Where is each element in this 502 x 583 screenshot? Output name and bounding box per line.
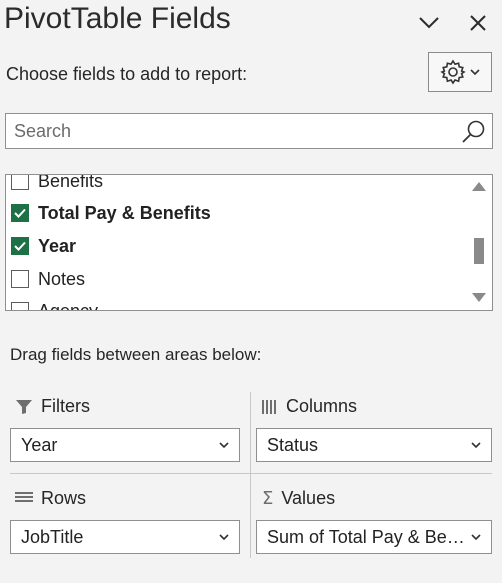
values-field-dropdown[interactable]: Sum of Total Pay & Ben... <box>256 520 492 554</box>
search-icon[interactable] <box>460 119 486 145</box>
chevron-down-icon <box>470 69 480 76</box>
field-list-scrollbar[interactable] <box>466 175 492 310</box>
field-label: Benefits <box>38 174 104 191</box>
check-icon <box>14 208 26 218</box>
rows-field-dropdown[interactable]: JobTitle <box>10 520 240 554</box>
field-item-agency[interactable]: Agency <box>11 299 99 311</box>
columns-icon <box>262 399 276 414</box>
values-area-header: Σ Values <box>262 488 335 509</box>
values-label: Values <box>281 488 336 508</box>
scroll-down-arrow-icon[interactable] <box>472 293 486 302</box>
field-label: Year <box>38 235 77 256</box>
chevron-down-icon <box>219 533 229 540</box>
scroll-thumb[interactable] <box>474 238 484 264</box>
field-checkbox[interactable] <box>11 175 29 190</box>
check-icon <box>14 241 26 251</box>
rows-label: Rows <box>41 488 87 508</box>
drag-fields-label: Drag fields between areas below: <box>10 345 262 364</box>
field-checkbox[interactable] <box>11 302 29 310</box>
columns-field-value: Status <box>267 434 319 455</box>
field-item-year[interactable]: Year <box>11 234 76 258</box>
search-box <box>5 113 493 149</box>
filters-label: Filters <box>41 396 90 416</box>
chevron-down-icon <box>419 17 439 29</box>
field-item-total-pay-benefits[interactable]: Total Pay & Benefits <box>11 201 211 225</box>
field-label: Notes <box>38 268 86 289</box>
field-checkbox[interactable] <box>11 237 29 255</box>
area-divider-horizontal <box>10 473 492 474</box>
rows-icon <box>15 491 33 502</box>
filters-field-dropdown[interactable]: Year <box>10 428 240 462</box>
close-icon <box>470 15 486 31</box>
close-panel-button[interactable] <box>465 10 491 36</box>
field-checkbox[interactable] <box>11 204 29 222</box>
columns-area-header: Columns <box>262 396 357 417</box>
filters-field-value: Year <box>21 434 58 455</box>
columns-field-dropdown[interactable]: Status <box>256 428 492 462</box>
filters-area-header: Filters <box>15 396 90 417</box>
scroll-up-arrow-icon[interactable] <box>472 182 486 191</box>
columns-label: Columns <box>286 396 358 416</box>
tools-button[interactable] <box>428 52 492 92</box>
field-item-notes[interactable]: Notes <box>11 267 85 291</box>
chevron-down-icon <box>471 533 481 540</box>
field-label: Agency <box>38 300 99 311</box>
search-input[interactable] <box>14 114 454 148</box>
field-label: Total Pay & Benefits <box>38 202 211 223</box>
field-list: Benefits Total Pay & Benefits Year Notes… <box>5 174 493 311</box>
chevron-down-icon <box>219 441 229 448</box>
area-divider-vertical <box>250 392 251 558</box>
chevron-down-icon <box>471 441 481 448</box>
field-item-benefits[interactable]: Benefits <box>11 174 104 193</box>
panel-title: PivotTable Fields <box>4 2 231 35</box>
rows-area-header: Rows <box>15 488 86 509</box>
field-checkbox[interactable] <box>11 270 29 288</box>
values-field-value: Sum of Total Pay & Ben... <box>267 526 465 547</box>
gear-icon <box>440 59 466 85</box>
rows-field-value: JobTitle <box>21 526 84 547</box>
filter-icon <box>16 399 32 414</box>
choose-fields-label: Choose fields to add to report: <box>6 64 248 84</box>
sigma-icon: Σ <box>262 488 274 509</box>
collapse-panel-button[interactable] <box>416 10 442 36</box>
